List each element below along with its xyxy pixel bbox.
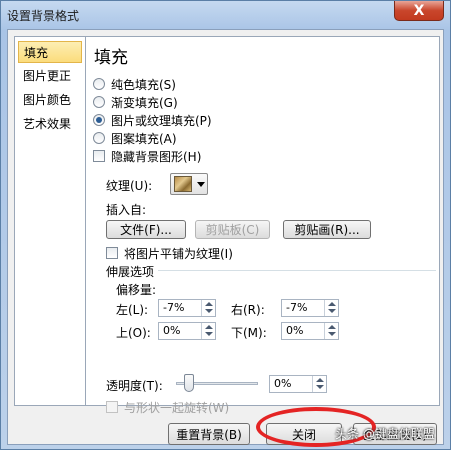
watermark: 头条 @键盘侠联盟 [335, 427, 435, 441]
offset-label: 偏移量: [116, 283, 157, 297]
spinner-value[interactable]: 0% [274, 377, 291, 390]
spinner-arrows[interactable] [312, 376, 326, 392]
insert-from-label: 插入自: [106, 203, 147, 217]
nav-item-fill[interactable]: 填充 [18, 41, 82, 63]
option-label: 隐藏背景图形(H) [111, 149, 202, 164]
nav-item-label: 图片颜色 [23, 93, 72, 107]
stretch-options-label: 伸展选项 [106, 265, 155, 279]
chevron-down-icon [197, 181, 205, 187]
right-offset-label: 右(R): [231, 303, 265, 317]
spinner-value[interactable]: 0% [163, 324, 180, 337]
dialog-client: 填充 图片更正 图片颜色 艺术效果 填充 纯色填充(S) 渐变填充(G) 图片或… [7, 29, 444, 445]
option-label: 将图片平铺为纹理(I) [124, 246, 233, 261]
gradient-fill-option[interactable]: 渐变填充(G) [93, 94, 178, 110]
arrow-down-icon[interactable] [328, 332, 336, 336]
tile-as-texture-option[interactable]: 将图片平铺为纹理(I) [106, 245, 233, 261]
panel-title: 填充 [94, 48, 128, 68]
nav-item-artistic-effects[interactable]: 艺术效果 [18, 113, 82, 135]
dialog-title: 设置背景格式 [7, 9, 80, 23]
arrow-up-icon[interactable] [205, 325, 213, 329]
transparency-slider-thumb[interactable] [184, 374, 194, 392]
radio-solid-fill[interactable] [93, 78, 105, 90]
option-label: 图案填充(A) [111, 131, 177, 146]
spinner-arrows[interactable] [201, 323, 215, 339]
arrow-down-icon[interactable] [205, 309, 213, 313]
clipart-button[interactable]: 剪贴画(R)... [283, 220, 371, 239]
bottom-offset-spinner[interactable]: 0% [281, 322, 339, 340]
texture-dropdown[interactable] [170, 173, 208, 195]
close-window-button[interactable]: X [394, 1, 444, 21]
stretch-section: 伸展选项 [106, 263, 436, 279]
arrow-up-icon[interactable] [328, 325, 336, 329]
arrow-down-icon[interactable] [328, 309, 336, 313]
right-offset-spinner[interactable]: -7% [281, 299, 339, 317]
rotate-with-shape-option[interactable]: 与形状一起旋转(W) [106, 399, 229, 415]
file-button[interactable]: 文件(F)... [106, 220, 186, 239]
spinner-value[interactable]: 0% [286, 324, 303, 337]
fill-panel: 填充 纯色填充(S) 渐变填充(G) 图片或纹理填充(P) 图案填充(A) 隐藏… [85, 36, 440, 415]
option-label: 图片或纹理填充(P) [111, 113, 212, 128]
hide-background-graphics-option[interactable]: 隐藏背景图形(H) [93, 148, 201, 164]
spinner-arrows[interactable] [324, 300, 338, 316]
top-offset-label: 上(O): [116, 326, 151, 340]
reset-background-button[interactable]: 重置背景(B) [168, 423, 250, 445]
left-offset-label: 左(L): [116, 303, 149, 317]
picture-texture-fill-option[interactable]: 图片或纹理填充(P) [93, 112, 212, 128]
option-label: 纯色填充(S) [111, 77, 176, 92]
arrow-up-icon[interactable] [316, 378, 324, 382]
picture-options: 纹理(U): 插入自: 文件(F)... 剪贴板(C) 剪贴画(R)... 将图… [106, 173, 436, 415]
clipboard-button[interactable]: 剪贴板(C) [195, 220, 270, 239]
section-divider [158, 270, 436, 271]
bottom-offset-label: 下(M): [231, 326, 267, 340]
hide-background-checkbox[interactable] [93, 150, 105, 162]
arrow-down-icon[interactable] [316, 385, 324, 389]
radio-gradient-fill[interactable] [93, 96, 105, 108]
left-offset-spinner[interactable]: -7% [158, 299, 216, 317]
arrow-down-icon[interactable] [205, 332, 213, 336]
pattern-fill-option[interactable]: 图案填充(A) [93, 130, 177, 146]
solid-fill-option[interactable]: 纯色填充(S) [93, 76, 176, 92]
arrow-up-icon[interactable] [205, 302, 213, 306]
nav-item-label: 图片更正 [23, 69, 72, 83]
nav-item-picture-color[interactable]: 图片颜色 [18, 89, 82, 111]
radio-pattern-fill[interactable] [93, 132, 105, 144]
nav-item-picture-corrections[interactable]: 图片更正 [18, 65, 82, 87]
spinner-value[interactable]: -7% [163, 301, 184, 314]
title-bar: 设置背景格式 X [1, 1, 450, 29]
option-label: 渐变填充(G) [111, 95, 178, 110]
transparency-label: 透明度(T): [106, 379, 163, 393]
spinner-arrows[interactable] [201, 300, 215, 316]
transparency-spinner[interactable]: 0% [269, 375, 327, 393]
close-icon: X [413, 2, 425, 19]
option-label: 与形状一起旋转(W) [124, 400, 230, 415]
spinner-arrows[interactable] [324, 323, 338, 339]
spinner-value[interactable]: -7% [286, 301, 307, 314]
nav-item-label: 填充 [24, 46, 49, 60]
texture-label: 纹理(U): [106, 179, 153, 193]
nav-item-label: 艺术效果 [23, 117, 72, 131]
tile-texture-checkbox[interactable] [106, 247, 118, 259]
top-offset-spinner[interactable]: 0% [158, 322, 216, 340]
category-list: 填充 图片更正 图片颜色 艺术效果 [14, 36, 86, 406]
texture-swatch-icon [174, 176, 192, 192]
arrow-up-icon[interactable] [328, 302, 336, 306]
radio-picture-texture-fill[interactable] [93, 114, 105, 126]
format-background-dialog: 设置背景格式 X 填充 图片更正 图片颜色 艺术效果 填充 纯色填充(S) 渐变… [0, 0, 451, 450]
rotate-with-shape-checkbox[interactable] [106, 401, 118, 413]
